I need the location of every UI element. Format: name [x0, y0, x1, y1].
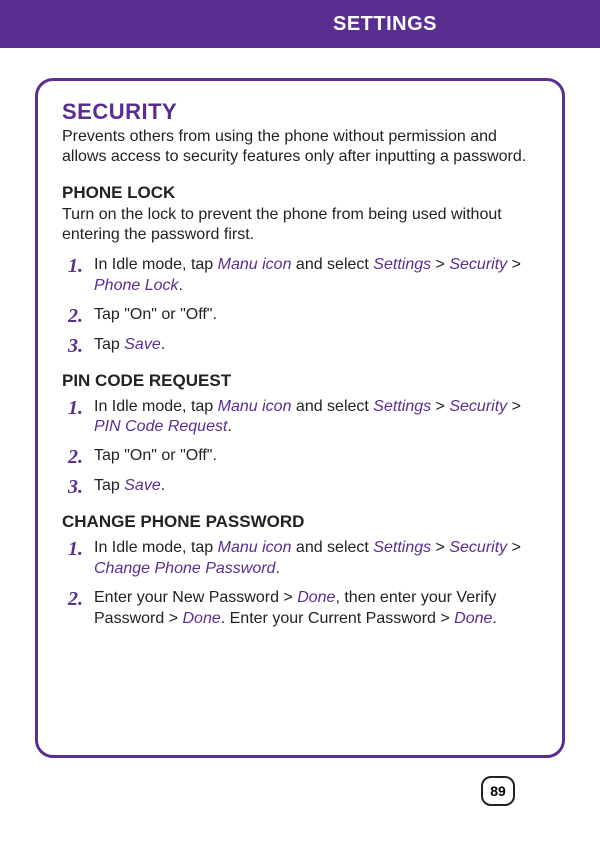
list-item: 2. Tap "On" or "Off". — [62, 305, 538, 327]
text: Enter your New Password > — [94, 589, 297, 606]
section-title: SECURITY — [62, 99, 538, 125]
phone-lock-title: PHONE LOCK — [62, 183, 538, 203]
ui-term: Save — [124, 477, 160, 494]
list-item: 1. In Idle mode, tap Manu icon and selec… — [62, 538, 538, 580]
step-text: Enter your New Password > Done, then ent… — [92, 588, 538, 630]
text: Tap — [94, 336, 124, 353]
ui-term: Change Phone Password — [94, 560, 275, 577]
list-item: 3. Tap Save. — [62, 476, 538, 498]
ui-term: Manu icon — [218, 256, 292, 273]
text: . — [161, 477, 165, 494]
text: and select — [291, 398, 373, 415]
main-panel: SECURITY Prevents others from using the … — [35, 78, 565, 758]
text: In Idle mode, tap — [94, 539, 218, 556]
phone-lock-desc: Turn on the lock to prevent the phone fr… — [62, 205, 538, 245]
step-number: 3. — [68, 335, 92, 357]
step-number: 2. — [68, 305, 92, 327]
step-text: Tap "On" or "Off". — [92, 446, 217, 467]
text: > — [507, 256, 521, 273]
step-number: 2. — [68, 588, 92, 610]
text: . — [227, 418, 231, 435]
text: > — [431, 539, 449, 556]
step-text: In Idle mode, tap Manu icon and select S… — [92, 255, 538, 297]
ui-term: Manu icon — [218, 539, 292, 556]
change-password-title: CHANGE PHONE PASSWORD — [62, 512, 538, 532]
step-number: 3. — [68, 476, 92, 498]
pin-code-title: PIN CODE REQUEST — [62, 371, 538, 391]
phone-lock-steps: 1. In Idle mode, tap Manu icon and selec… — [62, 255, 538, 357]
page-number: 89 — [481, 776, 515, 806]
list-item: 1. In Idle mode, tap Manu icon and selec… — [62, 255, 538, 297]
text: > — [507, 398, 521, 415]
text: In Idle mode, tap — [94, 256, 218, 273]
text: . — [179, 277, 183, 294]
page-number-wrap: 89 — [35, 776, 565, 806]
step-number: 1. — [68, 538, 92, 560]
ui-term: Security — [449, 256, 507, 273]
text: . — [161, 336, 165, 353]
text: In Idle mode, tap — [94, 398, 218, 415]
text: and select — [291, 539, 373, 556]
text: Tap — [94, 477, 124, 494]
ui-term: Done — [182, 610, 220, 627]
section-desc: Prevents others from using the phone wit… — [62, 127, 538, 167]
step-number: 1. — [68, 255, 92, 277]
ui-term: Settings — [373, 539, 431, 556]
pin-code-steps: 1. In Idle mode, tap Manu icon and selec… — [62, 397, 538, 499]
step-number: 2. — [68, 446, 92, 468]
change-password-steps: 1. In Idle mode, tap Manu icon and selec… — [62, 538, 538, 629]
list-item: 1. In Idle mode, tap Manu icon and selec… — [62, 397, 538, 439]
page-header: SETTINGS — [0, 0, 600, 48]
list-item: 2. Tap "On" or "Off". — [62, 446, 538, 468]
text: . — [492, 610, 496, 627]
text: and select — [291, 256, 373, 273]
step-text: Tap Save. — [92, 476, 165, 497]
list-item: 3. Tap Save. — [62, 335, 538, 357]
ui-term: Security — [449, 539, 507, 556]
content-wrap: SECURITY Prevents others from using the … — [0, 48, 600, 826]
step-number: 1. — [68, 397, 92, 419]
text: > — [507, 539, 521, 556]
step-text: Tap "On" or "Off". — [92, 305, 217, 326]
ui-term: Settings — [373, 398, 431, 415]
ui-term: Done — [454, 610, 492, 627]
ui-term: PIN Code Request — [94, 418, 227, 435]
list-item: 2. Enter your New Password > Done, then … — [62, 588, 538, 630]
step-text: Tap Save. — [92, 335, 165, 356]
ui-term: Security — [449, 398, 507, 415]
text: > — [431, 398, 449, 415]
step-text: In Idle mode, tap Manu icon and select S… — [92, 397, 538, 439]
header-title: SETTINGS — [333, 13, 437, 36]
ui-term: Save — [124, 336, 160, 353]
ui-term: Phone Lock — [94, 277, 179, 294]
ui-term: Done — [297, 589, 335, 606]
step-text: In Idle mode, tap Manu icon and select S… — [92, 538, 538, 580]
ui-term: Manu icon — [218, 398, 292, 415]
text: . Enter your Current Password > — [221, 610, 454, 627]
text: . — [275, 560, 279, 577]
ui-term: Settings — [373, 256, 431, 273]
text: > — [431, 256, 449, 273]
